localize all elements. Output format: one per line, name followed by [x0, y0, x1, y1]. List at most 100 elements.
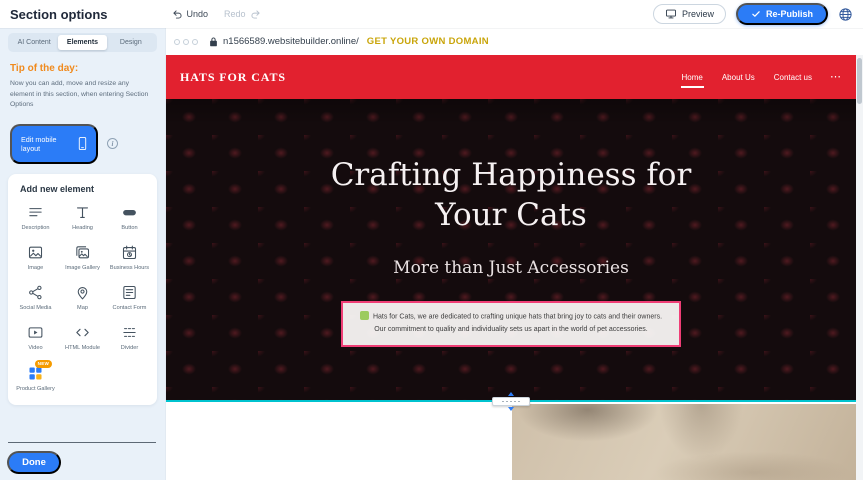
next-section[interactable] — [166, 402, 856, 480]
preview-button[interactable]: Preview — [653, 4, 726, 24]
tab-elements[interactable]: Elements — [58, 35, 106, 50]
element-label: Description — [22, 225, 50, 232]
hero-heading[interactable]: Crafting Happiness for Your Cats — [311, 99, 711, 236]
lock-icon — [209, 36, 218, 47]
element-item-heading[interactable]: Heading — [59, 204, 106, 232]
sidebar: AI Content Elements Design Tip of the da… — [0, 28, 166, 480]
image-icon — [27, 244, 44, 261]
tab-ai-content[interactable]: AI Content — [10, 35, 58, 50]
add-element-panel: Add new element Description Heading Butt… — [8, 174, 157, 405]
drag-handle-icon — [492, 397, 530, 406]
element-item-description[interactable]: Description — [12, 204, 59, 232]
video-play-icon — [27, 324, 44, 341]
sidebar-tabs: AI Content Elements Design — [8, 33, 157, 52]
element-label: Divider — [121, 345, 138, 352]
cat-photo — [512, 404, 856, 480]
browser-dot — [183, 39, 189, 45]
browser-bar: n1566589.websitebuilder.online/ GET YOUR… — [166, 28, 863, 55]
contact-form-icon — [121, 284, 138, 301]
republish-label: Re-Publish — [766, 9, 813, 19]
element-item-social-media[interactable]: Social Media — [12, 284, 59, 312]
element-item-contact-form[interactable]: Contact Form — [106, 284, 153, 312]
element-label: HTML Module — [65, 345, 100, 352]
arrow-up-icon — [508, 392, 514, 396]
scrollbar-thumb[interactable] — [857, 58, 862, 104]
site-url: n1566589.websitebuilder.online/ — [223, 36, 359, 47]
business-hours-icon — [121, 244, 138, 261]
tip-title: Tip of the day: — [10, 63, 155, 74]
element-label: Image — [28, 265, 44, 272]
edit-mobile-label: Edit mobile layout — [21, 135, 72, 153]
tip-of-the-day: Tip of the day: Now you can add, move an… — [10, 63, 155, 111]
element-label: Contact Form — [113, 305, 147, 312]
selected-text-element[interactable]: Hats for Cats, we are dedicated to craft… — [341, 301, 681, 347]
panel-title: Add new element — [20, 184, 153, 194]
tip-body: Now you can add, move and resize any ele… — [10, 79, 155, 111]
element-label: Map — [77, 305, 88, 312]
hero-section[interactable]: Crafting Happiness for Your Cats More th… — [166, 99, 856, 400]
divider-lines-icon — [121, 324, 138, 341]
preview-scrollbar[interactable] — [856, 55, 863, 480]
element-item-product-gallery[interactable]: NEW Product Gallery — [12, 365, 59, 393]
share-nodes-icon — [27, 284, 44, 301]
tab-design[interactable]: Design — [107, 35, 155, 50]
redo-arrow-icon — [250, 9, 261, 20]
element-label: Image Gallery — [65, 265, 100, 272]
hero-body-text: Hats for Cats, we are dedicated to craft… — [373, 314, 662, 334]
monitor-icon — [665, 8, 677, 20]
redo-button[interactable]: Redo — [224, 9, 261, 20]
redo-label: Redo — [224, 9, 246, 19]
text-lines-icon — [27, 204, 44, 221]
element-item-button[interactable]: Button — [106, 204, 153, 232]
site-preview: HATS FOR CATS Home About Us Contact us ⋯… — [166, 55, 856, 480]
nav-item-contact[interactable]: Contact us — [773, 66, 813, 89]
element-item-video[interactable]: Video — [12, 324, 59, 352]
site-logo[interactable]: HATS FOR CATS — [180, 70, 286, 85]
new-badge: NEW — [35, 360, 52, 368]
republish-button[interactable]: Re-Publish — [736, 3, 828, 25]
element-item-business-hours[interactable]: Business Hours — [106, 244, 153, 272]
page-title: Section options — [10, 7, 108, 22]
preview-label: Preview — [682, 9, 714, 19]
browser-dot — [174, 39, 180, 45]
info-icon[interactable]: i — [107, 138, 118, 149]
edit-mobile-layout-button[interactable]: Edit mobile layout — [10, 124, 98, 164]
undo-button[interactable]: Undo — [172, 9, 209, 20]
globe-icon[interactable] — [838, 7, 853, 22]
element-label: Social Media — [19, 305, 51, 312]
element-label: Heading — [72, 225, 93, 232]
done-button[interactable]: Done — [7, 451, 61, 474]
site-nav: Home About Us Contact us ⋯ — [681, 66, 843, 89]
edit-mobile-row: Edit mobile layout i — [10, 124, 155, 164]
topbar-actions: Preview Re-Publish — [653, 3, 853, 25]
site-header: HATS FOR CATS Home About Us Contact us ⋯ — [166, 55, 856, 99]
more-options-icon[interactable]: ⋯ — [830, 72, 842, 83]
sidebar-divider — [8, 442, 156, 443]
history-controls: Undo Redo — [172, 9, 261, 20]
check-icon — [751, 9, 761, 19]
element-item-image[interactable]: Image — [12, 244, 59, 272]
button-icon — [121, 204, 138, 221]
browser-dot — [192, 39, 198, 45]
nav-item-about[interactable]: About Us — [721, 66, 756, 89]
code-brackets-icon — [74, 324, 91, 341]
section-resize-handle[interactable] — [492, 392, 530, 411]
nav-item-home[interactable]: Home — [681, 66, 704, 89]
undo-label: Undo — [187, 9, 209, 19]
preview-canvas: n1566589.websitebuilder.online/ GET YOUR… — [166, 28, 863, 480]
arrow-down-icon — [508, 407, 514, 411]
get-domain-link[interactable]: GET YOUR OWN DOMAIN — [367, 36, 489, 47]
element-item-image-gallery[interactable]: Image Gallery — [59, 244, 106, 272]
element-item-map[interactable]: Map — [59, 284, 106, 312]
hero-subheading[interactable]: More than Just Accessories — [166, 258, 856, 278]
image-gallery-icon — [74, 244, 91, 261]
element-item-divider[interactable]: Divider — [106, 324, 153, 352]
topbar: Section options Undo Redo Preview Re-Pub… — [0, 0, 863, 28]
element-label: Business Hours — [110, 265, 149, 272]
element-label: Product Gallery — [16, 386, 55, 393]
element-grid: Description Heading Button Image Image G… — [12, 204, 153, 393]
element-item-html-module[interactable]: HTML Module — [59, 324, 106, 352]
map-pin-icon — [74, 284, 91, 301]
green-element-icon — [360, 311, 369, 320]
element-label: Video — [28, 345, 42, 352]
